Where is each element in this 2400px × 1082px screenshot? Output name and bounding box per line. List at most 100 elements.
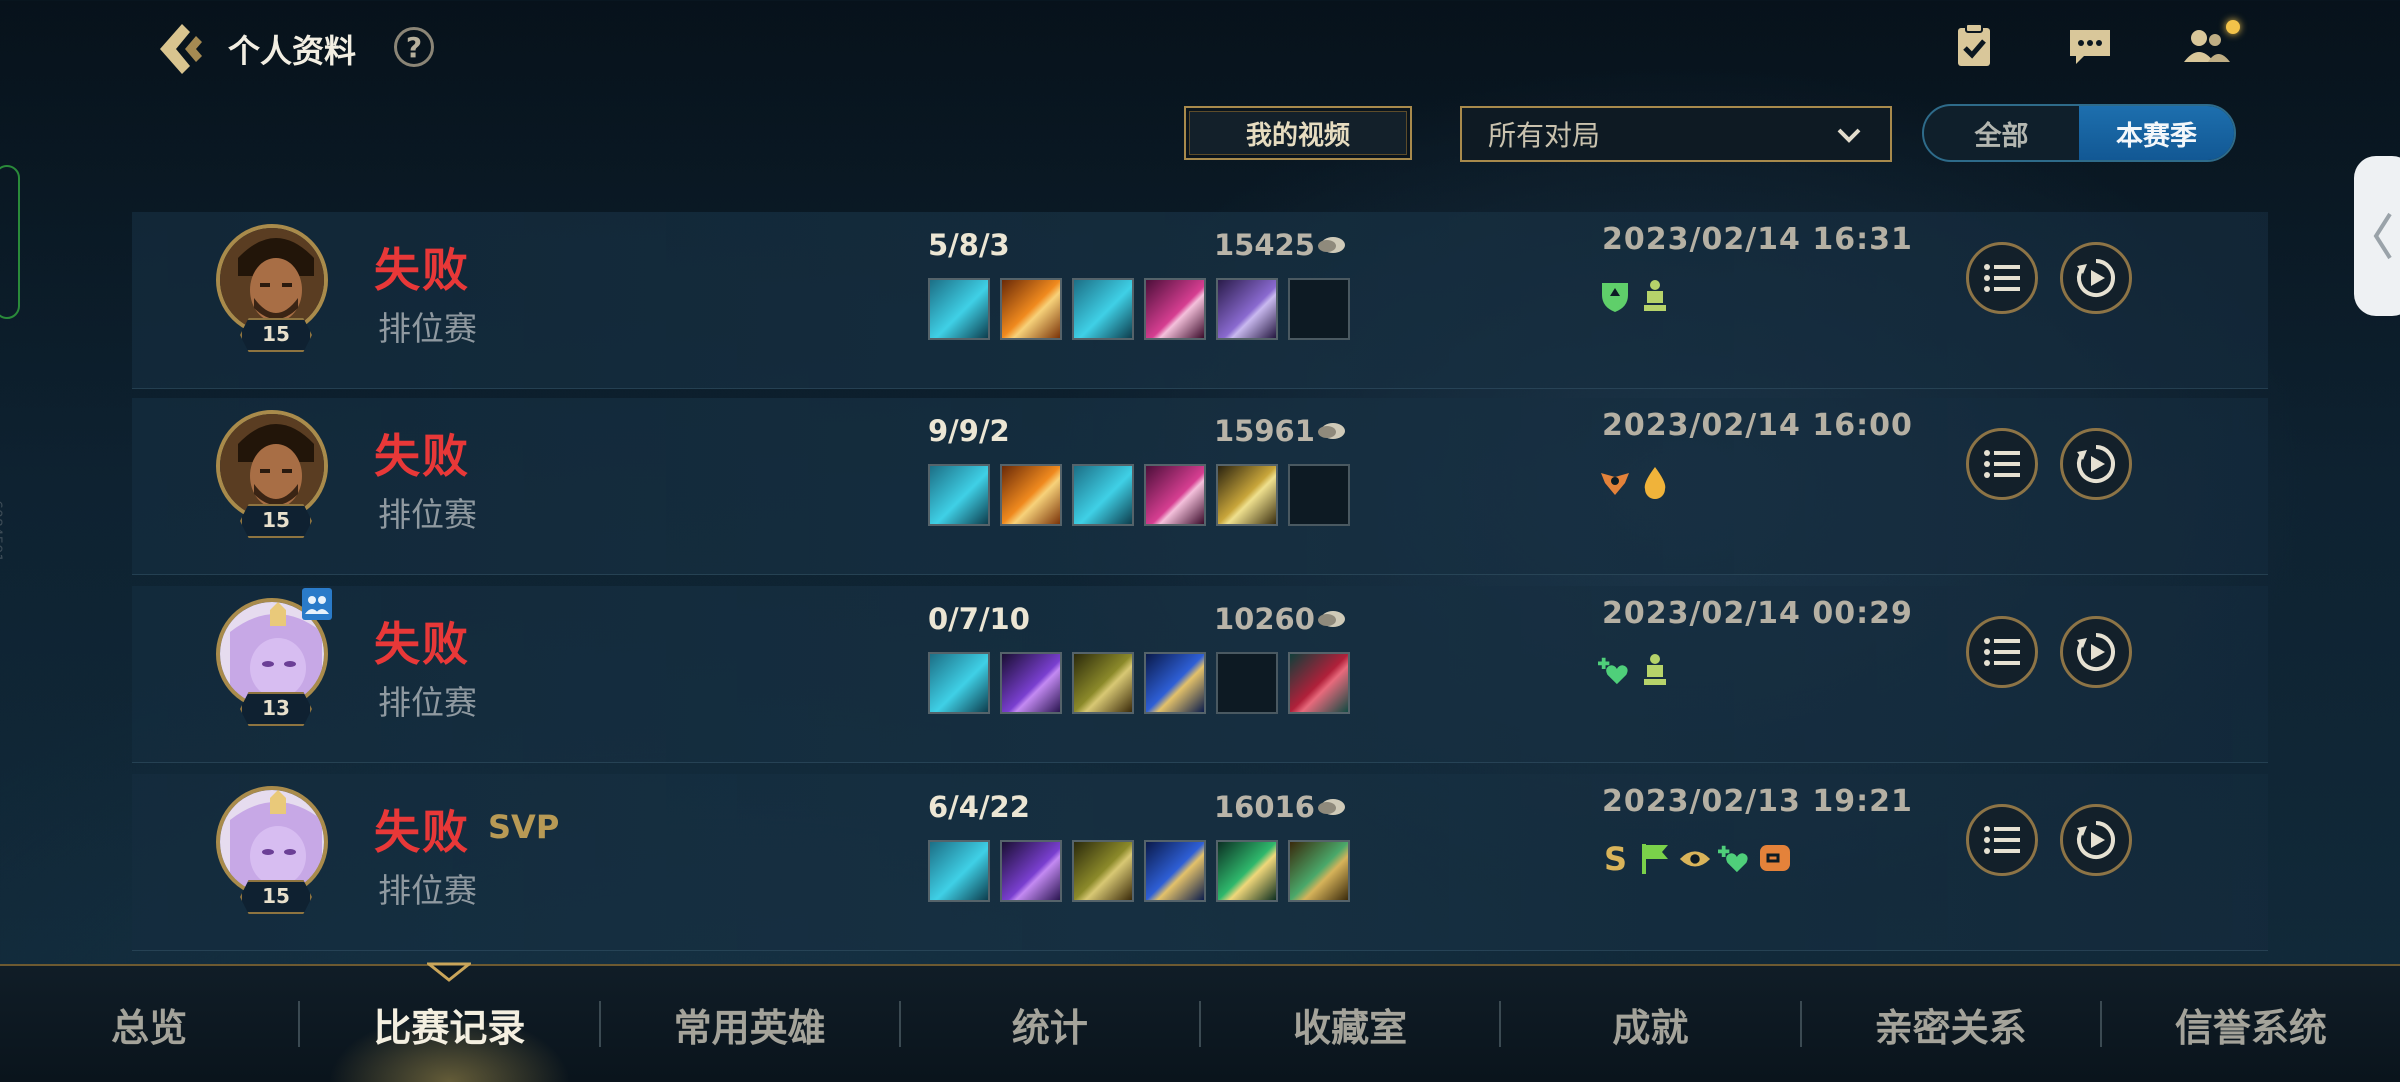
achievement-badges — [1598, 278, 1672, 314]
item-icon[interactable] — [1000, 840, 1062, 902]
bug-badge-icon[interactable] — [1598, 464, 1632, 500]
match-details-button[interactable] — [1966, 428, 2038, 500]
match-datetime: 2023/02/14 16:00 — [1602, 408, 1913, 443]
coin-icon — [1318, 611, 1345, 627]
match-row[interactable]: 13 失败 排位赛 0/7/10 10260 2023/02/14 00:29 — [132, 586, 2268, 763]
item-icon[interactable] — [1072, 840, 1134, 902]
item-icon[interactable] — [1072, 464, 1134, 526]
item-icon[interactable] — [1216, 278, 1278, 340]
s-badge-icon[interactable]: S — [1598, 840, 1632, 876]
chevron-left-icon — [2373, 212, 2392, 260]
item-icon[interactable] — [928, 278, 990, 340]
heart-plus-badge-icon[interactable] — [1598, 652, 1632, 688]
match-datetime: 2023/02/13 19:21 — [1602, 784, 1913, 819]
item-icon[interactable] — [1144, 464, 1206, 526]
eye-badge-icon[interactable] — [1678, 840, 1712, 876]
item-icon[interactable] — [1216, 840, 1278, 902]
item-build — [928, 840, 1350, 902]
toggle-this-season[interactable]: 本赛季 — [2079, 106, 2234, 160]
item-icon[interactable] — [1288, 840, 1350, 902]
flag-badge-icon[interactable] — [1638, 840, 1672, 876]
item-build — [928, 652, 1350, 714]
trophy-badge-icon[interactable] — [1638, 278, 1672, 314]
nav-tab[interactable]: 比赛记录 — [300, 962, 599, 1082]
match-row[interactable]: 15 失败 排位赛 9/9/2 15961 2023/02/14 16:00 — [132, 398, 2268, 575]
match-details-button[interactable] — [1966, 242, 2038, 314]
game-mode: 排位赛 — [378, 871, 477, 910]
match-row[interactable]: 15 失败 排位赛 5/8/3 15425 2023/02/14 16:31 — [132, 212, 2268, 389]
toggle-all[interactable]: 全部 — [1924, 106, 2079, 160]
match-filter-dropdown[interactable]: 所有对局 — [1460, 106, 1892, 162]
kda-text: 0/7/10 — [928, 602, 1030, 636]
chat-icon[interactable] — [2066, 22, 2114, 70]
heart-plus-badge-icon[interactable] — [1718, 840, 1752, 876]
item-icon[interactable] — [1216, 464, 1278, 526]
active-tab-pointer-icon — [427, 962, 472, 982]
replay-button[interactable] — [2060, 428, 2132, 500]
shield-badge-icon[interactable] — [1598, 278, 1632, 314]
friends-icon[interactable] — [2180, 22, 2230, 70]
nav-tab[interactable]: 统计 — [901, 966, 1199, 1082]
task-clipboard-icon[interactable] — [1950, 22, 1998, 70]
left-edge-handle[interactable] — [0, 165, 20, 319]
item-build — [928, 464, 1350, 526]
achievement-badges: S — [1598, 840, 1792, 876]
item-icon[interactable] — [928, 652, 990, 714]
coin-icon — [1318, 423, 1345, 439]
item-icon[interactable] — [1144, 840, 1206, 902]
nav-tab[interactable]: 信誉系统 — [2102, 966, 2400, 1082]
item-icon[interactable] — [1072, 278, 1134, 340]
score-value: 16016 — [1214, 790, 1315, 824]
bottom-nav: 总览 比赛记录 常用英雄 统计 收藏室 成就 亲密关系 信誉系统 — [0, 962, 2400, 1082]
drop-badge-icon[interactable] — [1638, 464, 1672, 500]
replay-button[interactable] — [2060, 804, 2132, 876]
help-icon[interactable]: ? — [394, 27, 434, 67]
replay-button[interactable] — [2060, 242, 2132, 314]
match-row[interactable]: 15 失败 SVP 排位赛 6/4/22 16016 2023/02/13 19:21 S — [132, 774, 2268, 951]
empty-item-slot — [1288, 464, 1350, 526]
page-title: 个人资料 — [228, 32, 357, 70]
notification-dot — [2226, 20, 2240, 34]
list-icon — [1984, 450, 2020, 478]
coin-icon — [1318, 237, 1345, 253]
match-result: 失败 — [374, 243, 470, 297]
replay-button[interactable] — [2060, 616, 2132, 688]
item-icon[interactable] — [1000, 278, 1062, 340]
empty-item-slot — [1216, 652, 1278, 714]
champion-level: 13 — [240, 692, 312, 726]
list-icon — [1984, 264, 2020, 292]
nav-tab[interactable]: 收藏室 — [1201, 966, 1499, 1082]
nav-tab[interactable]: 亲密关系 — [1802, 966, 2100, 1082]
trophy-badge-icon[interactable] — [1638, 652, 1672, 688]
back-button[interactable] — [152, 20, 210, 78]
nav-tab[interactable]: 成就 — [1501, 966, 1799, 1082]
list-icon — [1984, 826, 2020, 854]
svp-badge: SVP — [488, 808, 560, 846]
item-icon[interactable] — [1144, 652, 1206, 714]
game-mode: 排位赛 — [378, 495, 477, 534]
item-icon[interactable] — [1144, 278, 1206, 340]
side-drawer-tab[interactable] — [2354, 156, 2400, 316]
item-icon[interactable] — [928, 464, 990, 526]
match-datetime: 2023/02/14 16:31 — [1602, 222, 1913, 257]
match-result: 失败 — [374, 617, 470, 671]
score-value: 10260 — [1214, 602, 1315, 636]
nav-tab[interactable]: 总览 — [0, 966, 298, 1082]
season-toggle[interactable]: 全部 本赛季 — [1922, 104, 2236, 162]
item-icon[interactable] — [1288, 652, 1350, 714]
item-icon[interactable] — [1072, 652, 1134, 714]
match-details-button[interactable] — [1966, 616, 2038, 688]
item-icon[interactable] — [928, 840, 990, 902]
champion-level: 15 — [240, 880, 312, 914]
item-icon[interactable] — [1000, 652, 1062, 714]
my-videos-button[interactable]: 我的视频 — [1184, 106, 1412, 160]
achievement-badges — [1598, 652, 1672, 688]
link-badge-icon[interactable] — [1758, 840, 1792, 876]
back-arrow-icon — [160, 24, 202, 74]
coin-icon — [1318, 799, 1345, 815]
nav-tab[interactable]: 常用英雄 — [601, 966, 899, 1082]
item-icon[interactable] — [1000, 464, 1062, 526]
chevron-down-icon — [1837, 128, 1861, 143]
score-value: 15425 — [1214, 228, 1315, 262]
match-details-button[interactable] — [1966, 804, 2038, 876]
